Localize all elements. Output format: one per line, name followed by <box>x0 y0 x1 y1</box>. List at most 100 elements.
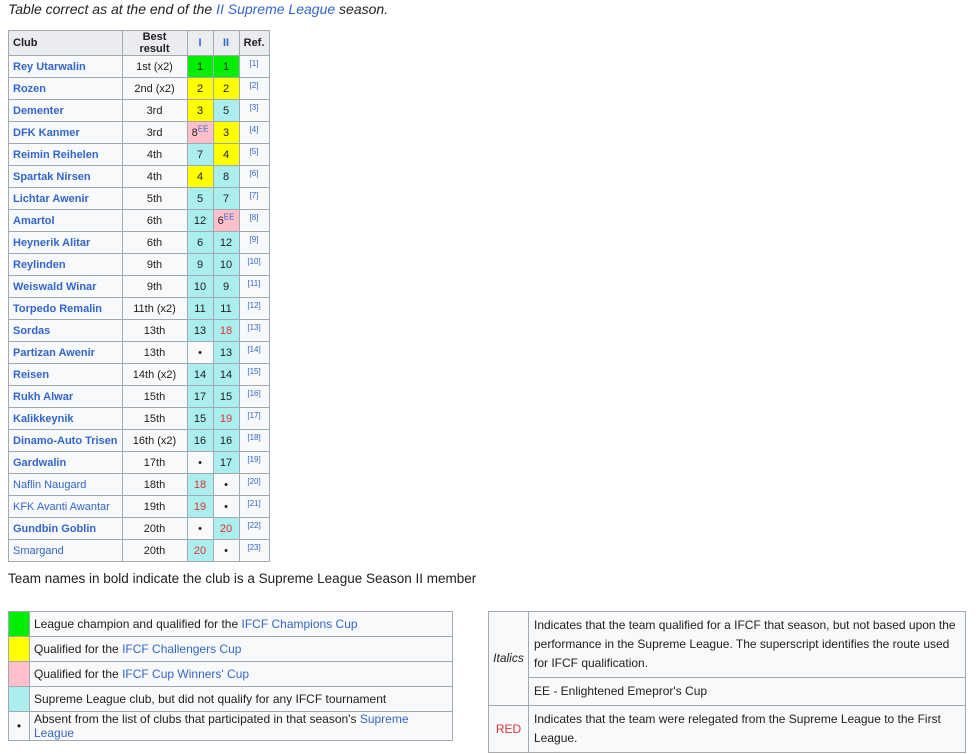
best-result-cell: 5th <box>121 187 188 210</box>
ee-description: EE - Enlightened Emepror's Cup <box>528 677 966 706</box>
legend-link[interactable]: IFCF Challengers Cup <box>122 642 241 656</box>
club-link[interactable]: Rozen <box>8 77 123 100</box>
reference-link[interactable]: [6] <box>238 165 270 188</box>
club-link[interactable]: Dinamo-Auto Trisen <box>8 429 123 452</box>
reference-link[interactable]: [23] <box>238 539 270 562</box>
club-link[interactable]: Reimin Reihelen <box>8 143 123 166</box>
position-value: 12 <box>219 236 233 249</box>
italics-key: Italics <box>488 611 529 706</box>
season-position-cell: 1 <box>186 55 214 78</box>
reference-link[interactable]: [17] <box>238 407 270 430</box>
reference-link[interactable]: [7] <box>238 187 270 210</box>
season-position-cell: 12 <box>186 209 214 232</box>
reference-link[interactable]: [10] <box>238 253 270 276</box>
reference-link[interactable]: [15] <box>238 363 270 386</box>
club-link[interactable]: DFK Kanmer <box>8 121 123 144</box>
best-result-cell: 16th (x2) <box>121 429 188 452</box>
position-value: • <box>224 478 228 491</box>
legend-row: Supreme League club, but did not qualify… <box>8 686 453 712</box>
table-row: Rozen 2nd (x2) 2 2 [2] <box>8 77 270 100</box>
caption-prefix: Table correct as at the end of the <box>8 1 217 17</box>
club-link[interactable]: Gundbin Goblin <box>8 517 123 540</box>
club-link[interactable]: Kalikkeynik <box>8 407 123 430</box>
club-link[interactable]: Heynerik Alitar <box>8 231 123 254</box>
reference-link[interactable]: [5] <box>238 143 270 166</box>
position-value: 16 <box>219 434 233 447</box>
club-link[interactable]: Amartol <box>8 209 123 232</box>
season-position-cell: 6 <box>186 231 214 254</box>
season-position-cell: 8EE <box>186 121 214 144</box>
reference-link[interactable]: [22] <box>238 517 270 540</box>
position-value: 2 <box>222 82 230 95</box>
position-value: 13 <box>193 324 207 337</box>
standings-table: Club Best result I II Ref. Rey Utarwalin… <box>8 30 270 562</box>
club-link[interactable]: Gardwalin <box>8 451 123 474</box>
reference-link[interactable]: [12] <box>238 297 270 320</box>
position-value: 4 <box>222 148 230 161</box>
reference-link[interactable]: [11] <box>238 275 270 298</box>
club-link[interactable]: Naflin Naugard <box>8 473 123 496</box>
club-link[interactable]: Dementer <box>8 99 123 122</box>
reference-link[interactable]: [14] <box>238 341 270 364</box>
qualification-route-superscript[interactable]: EE <box>224 212 235 221</box>
position-value: 1 <box>222 60 230 73</box>
best-result-cell: 3rd <box>121 99 188 122</box>
club-link[interactable]: Weiswald Winar <box>8 275 123 298</box>
season-position-cell: 13 <box>212 341 240 364</box>
position-value: 5 <box>222 104 230 117</box>
club-link[interactable]: Sordas <box>8 319 123 342</box>
reference-link[interactable]: [16] <box>238 385 270 408</box>
reference-link[interactable]: [8] <box>238 209 270 232</box>
legend-link[interactable]: IFCF Champions Cup <box>242 617 358 631</box>
legend-link[interactable]: IFCF Cup Winners' Cup <box>122 667 249 681</box>
club-link[interactable]: Torpedo Remalin <box>8 297 123 320</box>
reference-link[interactable]: [2] <box>238 77 270 100</box>
color-legend-body: League champion and qualified for the IF… <box>8 611 453 741</box>
legend-row: Qualified for the IFCF Challengers Cup <box>8 636 453 662</box>
best-result-cell: 2nd (x2) <box>121 77 188 100</box>
season-position-cell: 3 <box>186 99 214 122</box>
table-row: Reylinden 9th 9 10 [10] <box>8 253 270 276</box>
reference-link[interactable]: [21] <box>238 495 270 518</box>
legend-swatch <box>8 686 30 712</box>
position-value: 11 <box>220 302 232 315</box>
header-season-2[interactable]: II <box>212 30 240 56</box>
best-result-cell: 11th (x2) <box>121 297 188 320</box>
reference-link[interactable]: [1] <box>238 55 270 78</box>
best-result-cell: 14th (x2) <box>121 363 188 386</box>
season-position-cell: • <box>186 341 214 364</box>
season-position-cell: 3 <box>212 121 240 144</box>
season-position-cell: 18 <box>212 319 240 342</box>
red-key: RED <box>488 705 529 753</box>
position-value: 14 <box>219 368 233 381</box>
club-link[interactable]: Reisen <box>8 363 123 386</box>
reference-link[interactable]: [19] <box>238 451 270 474</box>
club-link[interactable]: Rukh Alwar <box>8 385 123 408</box>
reference-link[interactable]: [9] <box>238 231 270 254</box>
reference-link[interactable]: [13] <box>238 319 270 342</box>
caption-season-link[interactable]: II Supreme League <box>216 1 335 17</box>
season-position-cell: • <box>212 539 240 562</box>
reference-link[interactable]: [18] <box>238 429 270 452</box>
club-link[interactable]: Smargand <box>8 539 123 562</box>
season-1-link[interactable]: I <box>198 37 201 49</box>
club-link[interactable]: Spartak Nirsen <box>8 165 123 188</box>
reference-link[interactable]: [20] <box>238 473 270 496</box>
reference-link[interactable]: [3] <box>238 99 270 122</box>
reference-link[interactable]: [4] <box>238 121 270 144</box>
legend-swatch: • <box>8 711 30 741</box>
position-value: 19 <box>193 500 207 513</box>
club-link[interactable]: Reylinden <box>8 253 123 276</box>
legend-row: • Absent from the list of clubs that part… <box>8 711 453 741</box>
season-position-cell: 14 <box>212 363 240 386</box>
club-link[interactable]: Rey Utarwalin <box>8 55 123 78</box>
season-position-cell: 20 <box>212 517 240 540</box>
qualification-route-superscript[interactable]: EE <box>198 124 209 133</box>
header-season-1[interactable]: I <box>186 30 214 56</box>
club-link[interactable]: KFK Avanti Awantar <box>8 495 123 518</box>
season-2-link[interactable]: II <box>223 37 229 49</box>
best-result-cell: 15th <box>121 407 188 430</box>
season-position-cell: 2 <box>212 77 240 100</box>
club-link[interactable]: Partizan Awenir <box>8 341 123 364</box>
club-link[interactable]: Lichtar Awenir <box>8 187 123 210</box>
